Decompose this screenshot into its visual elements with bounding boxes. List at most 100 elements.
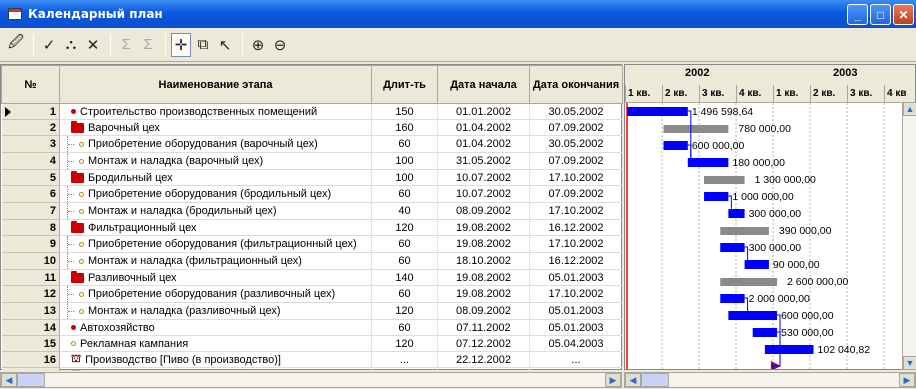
duration-cell[interactable]: 60 (371, 235, 438, 253)
start-date-cell[interactable]: 01.04.2002 (437, 135, 530, 153)
duration-cell[interactable]: 160 (371, 119, 438, 136)
stage-name-cell[interactable]: Автохозяйство (59, 319, 372, 336)
duration-cell[interactable]: 100 (371, 169, 438, 186)
duration-cell[interactable]: 60 (371, 252, 438, 270)
end-date-cell[interactable]: 17.10.2002 (529, 169, 623, 186)
delete-icon[interactable]: ✕ (83, 33, 103, 57)
stage-name-cell[interactable]: Монтаж и наладка (варочный цех) (59, 152, 372, 170)
start-date-cell[interactable]: 10.07.2002 (437, 185, 530, 203)
stage-name-cell[interactable]: Фильтрационный цех (59, 219, 372, 236)
table-row[interactable]: 13 Монтаж и наладка (разливочный цех) 120 0… (1, 302, 623, 320)
start-date-cell[interactable]: 31.05.2002 (437, 152, 530, 170)
duration-cell[interactable]: 120 (371, 219, 438, 236)
row-number[interactable]: 11 (1, 269, 60, 286)
scroll-left-button[interactable]: ◀ (1, 373, 17, 387)
gantt-scroll-left-button[interactable]: ◀ (625, 373, 641, 387)
start-date-cell[interactable]: 08.09.2002 (437, 202, 530, 220)
table-row[interactable]: 14 Автохозяйство 60 07.11.2002 05.01.2003 (1, 319, 623, 336)
scroll-up-button[interactable]: ▲ (903, 102, 916, 116)
duration-cell[interactable]: 120 (371, 302, 438, 320)
stage-name-cell[interactable]: Разливочный цех (59, 269, 372, 286)
end-date-cell[interactable]: 07.09.2002 (529, 152, 623, 170)
duration-cell[interactable]: ... (371, 351, 438, 368)
row-number[interactable]: 7 (1, 202, 60, 220)
row-number[interactable]: 14 (1, 319, 60, 336)
duration-cell[interactable]: 120 (371, 335, 438, 352)
table-row[interactable]: 15 Рекламная кампания 120 07.12.2002 05.04.2… (1, 335, 623, 352)
start-date-cell[interactable]: 07.12.2002 (437, 335, 530, 352)
table-row[interactable]: 8 Фильтрационный цех 120 19.08.2002 16.12.20… (1, 219, 623, 236)
end-date-cell[interactable]: 17.10.2002 (529, 235, 623, 253)
row-number[interactable]: 16 (1, 351, 60, 368)
start-date-cell[interactable]: 10.07.2002 (437, 169, 530, 186)
table-row[interactable]: 1 Строительство производственных помещени… (1, 103, 623, 120)
column-header-end[interactable]: Дата окончания (529, 65, 623, 104)
end-date-cell[interactable]: 05.04.2003 (529, 335, 623, 352)
duration-cell[interactable]: 140 (371, 269, 438, 286)
end-date-cell[interactable]: 30.05.2002 (529, 103, 623, 120)
stage-name-cell[interactable]: Монтаж и наладка (фильтрационный цех) (59, 252, 372, 270)
maximize-button[interactable]: □ (870, 4, 891, 25)
start-date-cell[interactable]: 19.08.2002 (437, 219, 530, 236)
gantt-scroll-thumb[interactable] (641, 373, 669, 387)
start-date-cell[interactable]: 19.08.2002 (437, 235, 530, 253)
pointer-icon[interactable]: ↖ (215, 33, 235, 57)
stage-name-cell[interactable]: Бродильный цех (59, 169, 372, 186)
column-header-name[interactable]: Наименование этапа (59, 65, 372, 104)
close-button[interactable]: ✕ (893, 4, 914, 25)
row-number[interactable]: 6 (1, 185, 60, 203)
end-date-cell[interactable]: 30.05.2002 (529, 135, 623, 153)
duration-cell[interactable]: 60 (371, 135, 438, 153)
start-date-cell[interactable]: 07.11.2002 (437, 319, 530, 336)
gantt-horizontal-scrollbar[interactable]: ◀ ▶ (624, 372, 916, 388)
row-number[interactable]: 12 (1, 285, 60, 303)
resources-icon[interactable]: ⛬ (61, 33, 81, 57)
table-row[interactable]: 5 Бродильный цех 100 10.07.2002 17.10.2002 (1, 169, 623, 186)
end-date-cell[interactable]: 07.09.2002 (529, 119, 623, 136)
zoom-out-icon[interactable]: ⊖ (270, 33, 290, 57)
start-date-cell[interactable]: 19.08.2002 (437, 285, 530, 303)
end-date-cell[interactable]: 17.10.2002 (529, 202, 623, 220)
vertical-scrollbar[interactable]: ▲ ▼ (902, 102, 916, 370)
end-date-cell[interactable]: 05.01.2003 (529, 269, 623, 286)
start-date-cell[interactable]: 01.04.2002 (437, 119, 530, 136)
row-number[interactable]: 10 (1, 252, 60, 270)
gantt-scroll-right-button[interactable]: ▶ (899, 373, 915, 387)
stage-name-cell[interactable]: Приобретение оборудования (разливочный ц… (59, 285, 372, 303)
column-header-start[interactable]: Дата начала (437, 65, 530, 104)
stage-name-cell[interactable]: Варочный цех (59, 119, 372, 136)
duration-cell[interactable]: 40 (371, 202, 438, 220)
table-row[interactable]: 7 Монтаж и наладка (бродильный цех) 40 08.0… (1, 202, 623, 220)
duration-cell[interactable]: 60 (371, 185, 438, 203)
duration-cell[interactable]: 60 (371, 285, 438, 303)
row-number[interactable]: 4 (1, 152, 60, 170)
end-date-cell[interactable]: 05.01.2003 (529, 319, 623, 336)
duration-cell[interactable]: 60 (371, 319, 438, 336)
end-date-cell[interactable]: 07.09.2002 (529, 185, 623, 203)
scroll-down-button[interactable]: ▼ (903, 356, 916, 370)
tasks-icon[interactable]: ⧉ (193, 33, 213, 57)
row-number[interactable]: 1 (1, 103, 60, 120)
table-row[interactable]: 2 Варочный цех 160 01.04.2002 07.09.2002 (1, 119, 623, 136)
stage-name-cell[interactable]: Приобретение оборудования (бродильный це… (59, 185, 372, 203)
stage-name-cell[interactable]: ⛫ Производство [Пиво (в производство)] (59, 351, 372, 368)
duration-cell[interactable]: 100 (371, 152, 438, 170)
end-date-cell[interactable]: ... (529, 351, 623, 368)
stage-name-cell[interactable]: Приобретение оборудования (варочный цех) (59, 135, 372, 153)
stage-name-cell[interactable]: Монтаж и наладка (разливочный цех) (59, 302, 372, 320)
end-date-cell[interactable]: 16.12.2002 (529, 252, 623, 270)
start-date-cell[interactable]: 18.10.2002 (437, 252, 530, 270)
row-number[interactable]: 5 (1, 169, 60, 186)
row-number[interactable]: 8 (1, 219, 60, 236)
table-row[interactable]: 11 Разливочный цех 140 19.08.2002 05.01.2003 (1, 269, 623, 286)
table-row[interactable]: 3 Приобретение оборудования (варочный цех… (1, 135, 623, 153)
link-icon[interactable]: ✛ (171, 32, 191, 57)
row-number[interactable]: 15 (1, 335, 60, 352)
start-date-cell[interactable]: 08.09.2002 (437, 302, 530, 320)
scroll-thumb[interactable] (17, 373, 45, 387)
minimize-button[interactable]: _ (847, 4, 868, 25)
start-date-cell[interactable]: 01.01.2002 (437, 103, 530, 120)
row-number[interactable]: 2 (1, 119, 60, 136)
check-icon[interactable]: ✓ (39, 33, 59, 57)
end-date-cell[interactable]: 05.01.2003 (529, 302, 623, 320)
